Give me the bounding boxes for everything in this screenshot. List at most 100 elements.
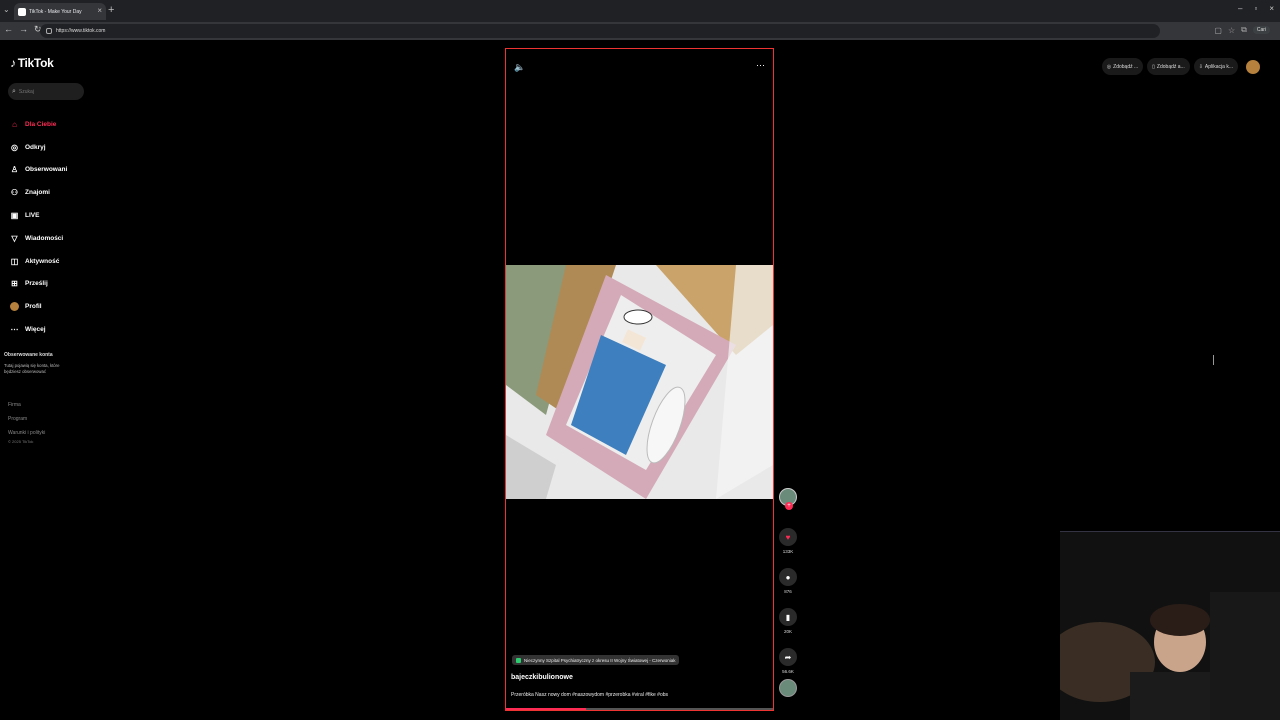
copyright: © 2025 TikTok <box>8 439 34 444</box>
browser-tab[interactable]: TikTok - Make Your Day × <box>14 3 106 20</box>
search-box[interactable]: ⌕ <box>8 83 84 100</box>
footer-link-company[interactable]: Firma <box>8 398 45 412</box>
sidebar-item-label: LIVE <box>25 212 40 220</box>
get-app-button[interactable]: ▯ Zdobądź a... <box>1147 58 1190 75</box>
followed-accounts-header: Obserwowane konta <box>4 352 53 358</box>
sidebar-item-for-you[interactable]: ⌂ Dla Ciebie <box>10 113 67 136</box>
sidebar-item-activity[interactable]: ◫ Aktywność <box>10 250 67 273</box>
address-bar[interactable]: https://www.tiktok.com <box>40 24 1160 38</box>
mouse-cursor <box>1213 355 1214 365</box>
search-input[interactable] <box>18 88 74 95</box>
get-coins-label: Zdobądź ... <box>1113 63 1139 70</box>
sidebar-item-label: Aktywność <box>25 257 60 265</box>
logo-text: TikTok <box>17 56 54 70</box>
like-action[interactable]: ♥ 133K <box>778 528 798 557</box>
top-right-actions: ◎ Zdobądź ... ▯ Zdobądź a... ⇩ Aplikacja… <box>1101 58 1260 75</box>
comment-action[interactable]: ● 876 <box>778 568 798 597</box>
home-icon: ⌂ <box>12 119 17 129</box>
sidebar-item-label: Więcej <box>25 326 46 334</box>
sidebar-item-upload[interactable]: ⊞ Prześlij <box>10 273 67 296</box>
live-icon: ▣ <box>10 211 19 221</box>
footer-link-program[interactable]: Program <box>8 412 45 426</box>
share-action[interactable]: ➦ 56.6K <box>778 648 798 677</box>
coin-icon: ◎ <box>1106 63 1112 70</box>
sidebar-item-label: Dla Ciebie <box>25 120 57 128</box>
more-options-icon[interactable]: ⋯ <box>756 60 765 71</box>
nav-buttons: ← → ↻ <box>4 24 42 35</box>
sidebar-item-label: Znajomi <box>25 189 50 197</box>
bookmark-icon[interactable]: ▮ <box>779 608 797 626</box>
music-tag[interactable]: Nieczynny Szpital Psychiatryczny z okres… <box>512 655 680 665</box>
browser-toolbar: ← → ↻ https://www.tiktok.com ▢ ☆ ⧉ Cari <box>0 22 1280 40</box>
action-bar: + ♥ 133K ● 876 ▮ 20K ➦ 56.6K <box>778 488 798 697</box>
sidebar-item-label: Odkryj <box>25 143 46 151</box>
user-avatar[interactable] <box>1246 59 1260 74</box>
get-app-label: Zdobądź a... <box>1156 63 1185 70</box>
extensions-area: ▢ ☆ ⧉ Cari <box>1214 25 1270 35</box>
like-count: 133K <box>782 549 794 554</box>
followed-accounts-text: Tutaj pojawią się konta, które będziesz … <box>4 363 60 374</box>
video-frame <box>506 265 773 499</box>
search-icon: ⌕ <box>12 87 16 95</box>
sidebar-footer: Firma Program Warunki i polityki <box>8 398 45 440</box>
comment-icon[interactable]: ● <box>779 568 797 586</box>
back-icon[interactable]: ← <box>4 24 13 35</box>
sidebar-item-profile[interactable]: Profil <box>10 295 67 318</box>
sidebar-item-live[interactable]: ▣ LIVE <box>10 204 67 227</box>
comment-count: 876 <box>784 589 792 594</box>
puzzle-icon[interactable]: ⧉ <box>1241 25 1247 35</box>
activity-icon: ◫ <box>10 256 19 266</box>
sidebar-item-label: Wiadomości <box>25 234 64 242</box>
close-tab-icon[interactable]: × <box>97 6 102 15</box>
webcam-overlay <box>1060 531 1280 720</box>
sidebar-item-more[interactable]: ⋯ Więcej <box>10 318 67 341</box>
window-controls: – ▫ × <box>1238 4 1274 13</box>
sidebar-item-label: Obserwowani <box>25 166 68 174</box>
music-title: Nieczynny Szpital Psychiatryczny z okres… <box>524 657 676 663</box>
site-info-icon[interactable] <box>46 28 52 34</box>
save-action[interactable]: ▮ 20K <box>778 608 798 637</box>
tab-search-icon[interactable]: ⌄ <box>3 5 10 14</box>
room-render-image <box>506 265 773 499</box>
tiktok-note-icon: ♪ <box>10 56 16 70</box>
share-count: 56.6K <box>782 669 794 674</box>
download-icon: ⇩ <box>1198 63 1203 70</box>
video-player[interactable]: 🔈 ⋯ Nieczynny Szpital Psychiatryczny z o… <box>505 48 774 711</box>
sidebar: ♪ TikTok ⌕ ⌂ Dla Ciebie ◎ Odkryj ♙ Obser… <box>0 40 100 720</box>
new-tab-icon[interactable]: + <box>108 4 114 16</box>
music-disc-avatar[interactable] <box>779 679 797 697</box>
minimize-icon[interactable]: – <box>1238 4 1242 13</box>
url-text: https://www.tiktok.com <box>56 28 106 34</box>
creator-avatar[interactable]: + <box>779 488 797 510</box>
sidebar-nav: ⌂ Dla Ciebie ◎ Odkryj ♙ Obserwowani ⚇ Zn… <box>10 113 67 341</box>
profile-chip[interactable]: Cari <box>1252 26 1270 34</box>
video-progress-bar[interactable] <box>506 708 773 710</box>
extension-icon[interactable]: ▢ <box>1214 26 1222 35</box>
sidebar-item-messages[interactable]: ▽ Wiadomości <box>10 227 67 250</box>
follow-plus-icon[interactable]: + <box>785 502 793 510</box>
sidebar-item-friends[interactable]: ⚇ Znajomi <box>10 181 67 204</box>
sidebar-item-following[interactable]: ♙ Obserwowani <box>10 159 67 182</box>
share-icon[interactable]: ➦ <box>779 648 797 666</box>
upload-icon: ⊞ <box>11 279 18 289</box>
browser-tab-strip: ⌄ TikTok - Make Your Day × + – ▫ × <box>0 0 1280 22</box>
footer-link-terms[interactable]: Warunki i polityki <box>8 426 45 440</box>
forward-icon[interactable]: → <box>19 24 28 35</box>
more-icon: ⋯ <box>10 325 19 335</box>
music-note-icon <box>516 657 521 663</box>
get-coins-button[interactable]: ◎ Zdobądź ... <box>1101 58 1144 75</box>
tiktok-favicon-icon <box>18 7 26 16</box>
user-follow-icon: ♙ <box>10 165 19 175</box>
bookmark-star-icon[interactable]: ☆ <box>1228 26 1235 35</box>
tab-title: TikTok - Make Your Day <box>29 8 82 15</box>
video-author[interactable]: bajeczkibulionowe <box>511 674 573 681</box>
sidebar-item-explore[interactable]: ◎ Odkryj <box>10 136 67 159</box>
maximize-icon[interactable]: ▫ <box>1254 4 1257 13</box>
sidebar-item-label: Profil <box>25 303 42 311</box>
heart-icon[interactable]: ♥ <box>779 528 797 546</box>
close-window-icon[interactable]: × <box>1269 4 1274 13</box>
volume-icon[interactable]: 🔈 <box>514 62 525 73</box>
webcam-feed-image <box>1060 532 1280 720</box>
desktop-app-button[interactable]: ⇩ Aplikacja k... <box>1193 58 1238 75</box>
tiktok-logo[interactable]: ♪ TikTok <box>10 56 54 70</box>
